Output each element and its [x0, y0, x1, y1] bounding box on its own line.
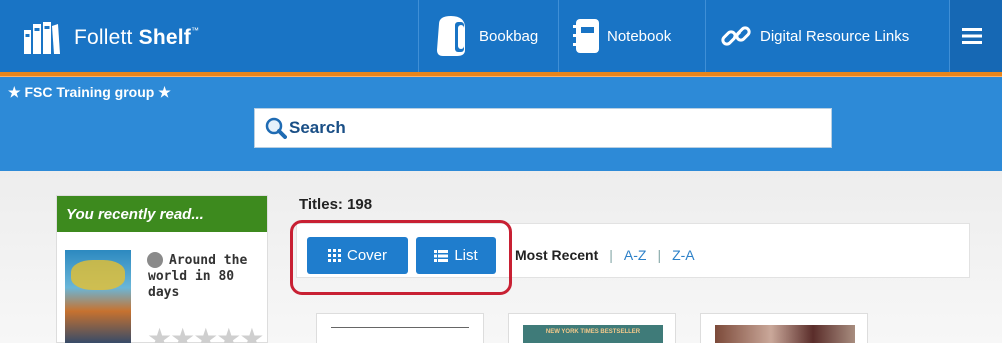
- recently-read-panel: You recently read... Around the world in…: [56, 195, 268, 343]
- search-icon: [265, 117, 287, 139]
- book-cover-text: NEW YORK TIMES BESTSELLER: [545, 329, 641, 335]
- titles-count: Titles: 198: [299, 196, 373, 213]
- notebook-icon: [573, 19, 599, 53]
- rating-stars[interactable]: ★★★★★: [147, 322, 265, 343]
- view-buttons-highlight: [290, 220, 512, 295]
- main-menu-button[interactable]: [949, 0, 1002, 72]
- books-logo-icon: [24, 22, 60, 54]
- bookbag-icon: [437, 16, 465, 56]
- sort-separator: |: [609, 247, 613, 263]
- top-nav-bar: Follett Shelf™ Bookbag Notebook Digital …: [0, 0, 1002, 76]
- sort-most-recent[interactable]: Most Recent: [515, 247, 598, 263]
- chain-link-icon: [721, 26, 751, 46]
- recently-read-heading: You recently read...: [57, 196, 267, 232]
- brand-name: Follett Shelf™: [74, 26, 200, 49]
- book-cover: NEW YORK TIMES BESTSELLER: [523, 325, 663, 343]
- group-banner: ★ FSC Training group ★ Search: [0, 76, 1002, 171]
- book-card[interactable]: NEW YORK TIMES BESTSELLER: [508, 313, 676, 343]
- search-input[interactable]: Search: [254, 108, 832, 148]
- hamburger-menu-icon: [962, 28, 982, 44]
- brand-logo[interactable]: Follett Shelf™: [24, 20, 199, 56]
- sort-options: Most Recent | A-Z | Z-A: [515, 247, 695, 263]
- sort-a-z[interactable]: A-Z: [624, 247, 647, 263]
- sort-separator: |: [657, 247, 662, 263]
- nav-notebook-label: Notebook: [607, 27, 672, 45]
- nav-digital-label: Digital Resource Links: [760, 27, 910, 45]
- book-card[interactable]: [700, 313, 868, 343]
- nav-bookbag[interactable]: Bookbag: [418, 0, 558, 72]
- search-placeholder: Search: [289, 118, 346, 137]
- book-cover: [715, 325, 855, 343]
- main-content: You recently read... Around the world in…: [0, 171, 1002, 343]
- recent-book-cover[interactable]: [65, 250, 131, 343]
- recent-book-title[interactable]: Around the world in 80 days: [148, 253, 268, 301]
- nav-bookbag-label: Bookbag: [479, 27, 539, 45]
- sort-z-a[interactable]: Z-A: [672, 247, 695, 263]
- group-title: ★ FSC Training group ★: [8, 84, 171, 100]
- book-card[interactable]: [316, 313, 484, 343]
- nav-notebook[interactable]: Notebook: [558, 0, 705, 72]
- nav-digital-resource-links[interactable]: Digital Resource Links: [705, 0, 949, 72]
